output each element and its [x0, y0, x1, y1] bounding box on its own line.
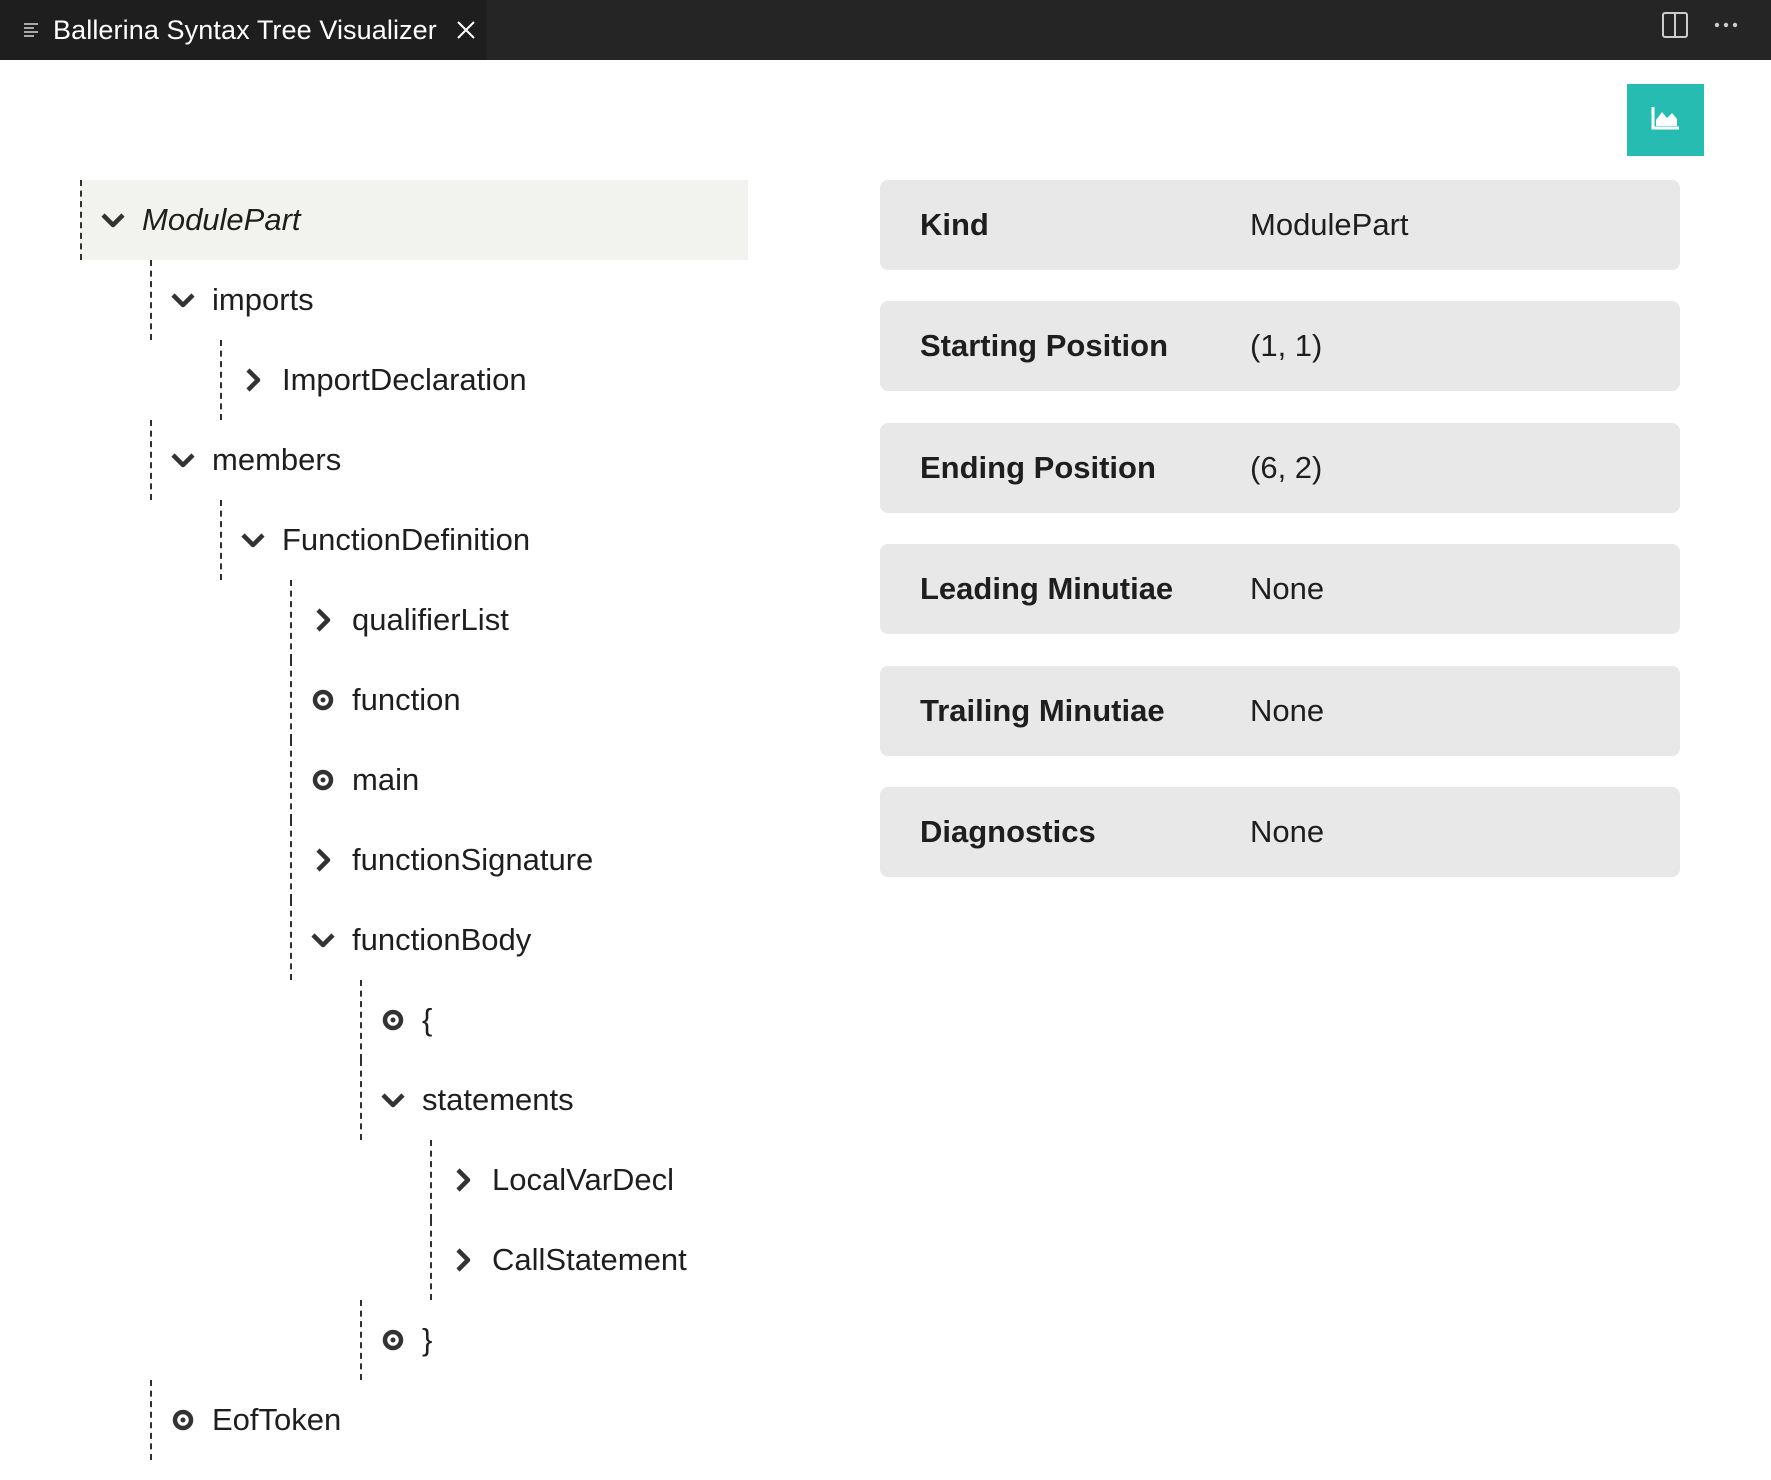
chevron-down-icon[interactable]: [240, 527, 266, 553]
tree-guide: [150, 260, 152, 340]
tree-node-label: statements: [422, 1082, 574, 1117]
tree-guide: [290, 580, 292, 660]
tree-guide: [150, 1380, 152, 1460]
property-value: None: [1250, 814, 1325, 849]
tree-node-label: main: [352, 762, 420, 797]
property-key: Ending Position: [920, 450, 1156, 485]
editor-tab[interactable]: Ballerina Syntax Tree Visualizer: [0, 0, 487, 60]
tree-node-label: members: [212, 442, 342, 477]
tree-node-label: ImportDeclaration: [282, 362, 527, 397]
tree-guide: [290, 740, 292, 820]
token-dot-icon: [380, 1327, 406, 1353]
tree-node-label: {: [422, 1002, 433, 1037]
graph-view-button[interactable]: [1627, 84, 1704, 156]
property-key: Trailing Minutiae: [920, 693, 1165, 728]
property-kind: Kind ModulePart: [880, 180, 1680, 270]
editor-tab-bar: Ballerina Syntax Tree Visualizer: [0, 0, 1771, 60]
chevron-down-icon[interactable]: [170, 287, 196, 313]
chevron-down-icon[interactable]: [170, 447, 196, 473]
tree-guide: [290, 900, 292, 980]
tree-guide: [430, 1140, 432, 1220]
tree-node-label: function: [352, 682, 461, 717]
tree-node-label: ModulePart: [142, 202, 301, 237]
tree-node-label: functionSignature: [352, 842, 594, 877]
tree-guide: [290, 820, 292, 900]
tree-node-label: EofToken: [212, 1402, 342, 1437]
chevron-down-icon[interactable]: [310, 927, 336, 953]
property-diagnostics: Diagnostics None: [880, 787, 1680, 877]
property-value: None: [1250, 571, 1325, 606]
tree-guide: [220, 340, 222, 420]
tree-guide: [290, 660, 292, 740]
property-ending-position: Ending Position (6, 2): [880, 423, 1680, 513]
preview-list-icon: [23, 21, 41, 39]
property-value: ModulePart: [1250, 207, 1409, 242]
tree-node-label: CallStatement: [492, 1242, 687, 1277]
tree-node-label: functionBody: [352, 922, 532, 957]
property-key: Starting Position: [920, 328, 1168, 363]
tree-guide: [150, 420, 152, 500]
chevron-right-icon[interactable]: [310, 847, 336, 873]
token-dot-icon: [380, 1007, 406, 1033]
property-key: Leading Minutiae: [920, 571, 1174, 606]
close-icon[interactable]: [455, 19, 477, 41]
property-leading-minutiae: Leading Minutiae None: [880, 544, 1680, 634]
chevron-down-icon[interactable]: [100, 207, 126, 233]
split-editor-icon[interactable]: [1660, 10, 1690, 40]
chevron-right-icon[interactable]: [450, 1167, 476, 1193]
tab-title: Ballerina Syntax Tree Visualizer: [53, 14, 437, 45]
property-value: (6, 2): [1250, 450, 1323, 485]
area-chart-icon: [1651, 105, 1681, 136]
chevron-right-icon[interactable]: [450, 1247, 476, 1273]
tree-node-label: qualifierList: [352, 602, 509, 637]
tree-guide: [360, 1300, 362, 1380]
tree-node-label: FunctionDefinition: [282, 522, 531, 557]
chevron-right-icon[interactable]: [240, 367, 266, 393]
property-value: None: [1250, 693, 1325, 728]
token-dot-icon: [310, 687, 336, 713]
tree-node-label: imports: [212, 282, 314, 317]
tree-guide: [430, 1220, 432, 1300]
property-starting-position: Starting Position (1, 1): [880, 301, 1680, 391]
tree-guide: [80, 180, 82, 260]
property-key: Kind: [920, 207, 989, 242]
tree-node-label: LocalVarDecl: [492, 1162, 675, 1197]
chevron-right-icon[interactable]: [310, 607, 336, 633]
chevron-down-icon[interactable]: [380, 1087, 406, 1113]
tree-guide: [360, 1060, 362, 1140]
token-dot-icon: [310, 767, 336, 793]
property-key: Diagnostics: [920, 814, 1096, 849]
token-dot-icon: [170, 1407, 196, 1433]
tree-guide: [220, 500, 222, 580]
tree-node-label: }: [422, 1322, 433, 1357]
more-actions-icon[interactable]: [1711, 10, 1741, 40]
tree-guide: [360, 980, 362, 1060]
property-trailing-minutiae: Trailing Minutiae None: [880, 666, 1680, 756]
property-value: (1, 1): [1250, 328, 1323, 363]
